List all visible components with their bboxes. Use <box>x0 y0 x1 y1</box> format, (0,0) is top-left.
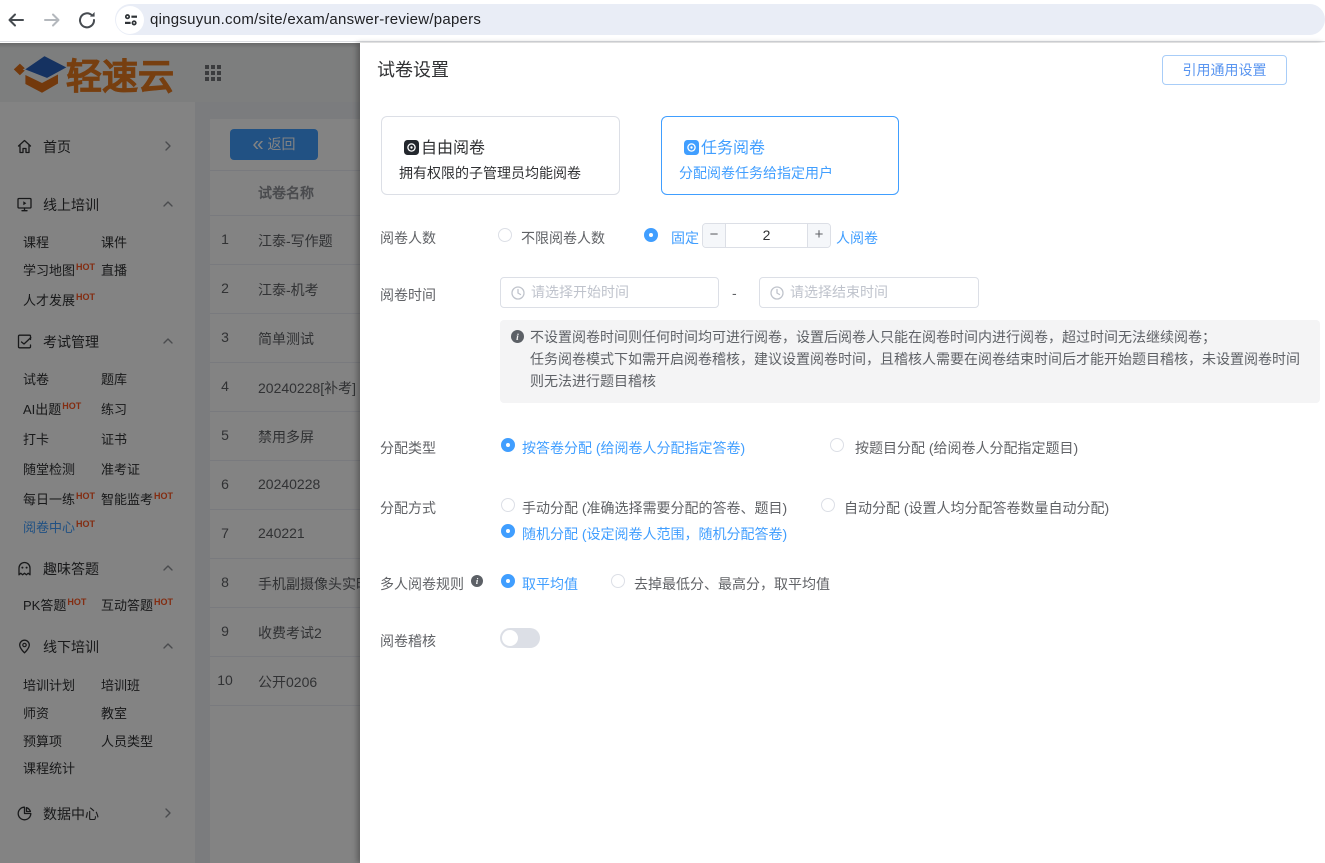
svg-text:i: i <box>516 333 519 343</box>
